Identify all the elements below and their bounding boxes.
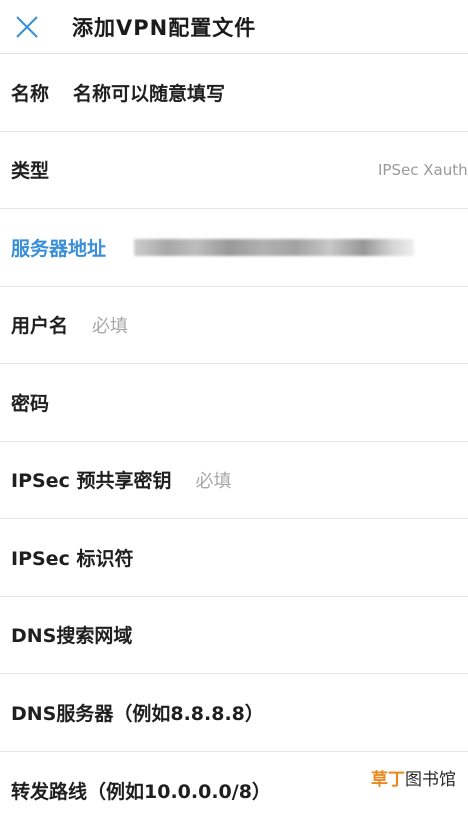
watermark-accent: 草丁 (371, 765, 405, 790)
dns-server-label: DNS服务器（例如8.8.8.8） (11, 699, 264, 726)
page-title: 添加VPN配置文件 (72, 12, 256, 42)
name-input[interactable]: 名称可以随意填写 (73, 79, 225, 106)
dns-search-row[interactable]: DNS搜索网域 (0, 597, 468, 675)
identifier-row[interactable]: IPSec 标识符 (0, 519, 468, 597)
type-label: 类型 (11, 156, 49, 183)
psk-label: IPSec 预共享密钥 (11, 466, 171, 493)
close-icon (14, 14, 40, 40)
type-select[interactable]: IPSec Xauth (378, 161, 468, 179)
username-input[interactable]: 必填 (92, 312, 128, 338)
server-row[interactable]: 服务器地址 (0, 209, 468, 287)
name-row[interactable]: 名称 名称可以随意填写 (0, 54, 468, 132)
dns-search-label: DNS搜索网域 (11, 621, 132, 648)
routes-label: 转发路线（例如10.0.0.0/8） (11, 777, 271, 804)
server-input-redacted[interactable] (134, 239, 414, 256)
app-header: 添加VPN配置文件 (0, 0, 468, 54)
username-label: 用户名 (11, 311, 68, 338)
psk-row[interactable]: IPSec 预共享密钥 必填 (0, 442, 468, 520)
psk-input[interactable]: 必填 (195, 467, 231, 493)
name-label: 名称 (11, 79, 49, 106)
close-button[interactable] (12, 12, 42, 42)
server-label: 服务器地址 (11, 234, 106, 261)
type-row[interactable]: 类型 IPSec Xauth (0, 132, 468, 210)
password-row[interactable]: 密码 (0, 364, 468, 442)
password-label: 密码 (11, 389, 49, 416)
routes-row[interactable]: 转发路线（例如10.0.0.0/8） (0, 752, 468, 829)
watermark-text: 图书馆 (405, 765, 456, 790)
username-row[interactable]: 用户名 必填 (0, 287, 468, 365)
dns-server-row[interactable]: DNS服务器（例如8.8.8.8） (0, 674, 468, 752)
watermark: 草丁 图书馆 (369, 765, 458, 790)
identifier-label: IPSec 标识符 (11, 544, 133, 571)
